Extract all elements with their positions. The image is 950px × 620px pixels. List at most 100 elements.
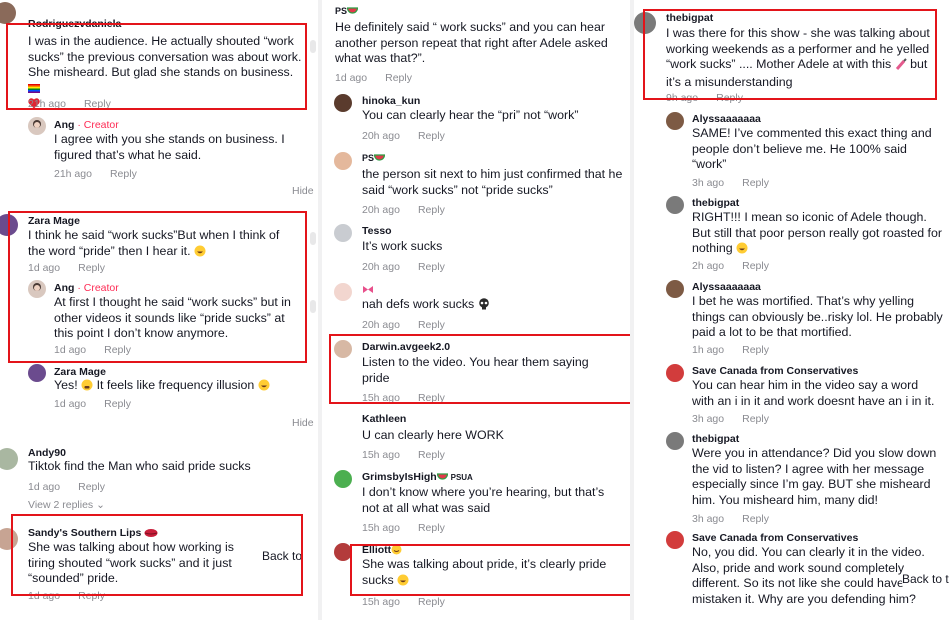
avatar[interactable]: [666, 112, 684, 130]
comment-username[interactable]: thebigpat: [692, 433, 739, 445]
comment-username[interactable]: Save Canada from Conservatives: [692, 532, 858, 544]
comment-username[interactable]: Zara Mage: [54, 366, 106, 378]
watermelon-icon: [436, 473, 448, 485]
avatar[interactable]: [666, 196, 684, 214]
back-to-top-button[interactable]: Back to t: [902, 572, 949, 586]
comment-text: RIGHT!!! I mean so iconic of Adele thoug…: [692, 210, 946, 259]
comment-reply: Save Canada from Conservatives You can h…: [666, 364, 950, 430]
avatar[interactable]: [334, 224, 352, 242]
comment-meta: 20h ago Reply: [362, 319, 445, 331]
reply-button[interactable]: Reply: [418, 261, 445, 273]
comment-text: Tiktok find the Man who said pride sucks: [28, 459, 251, 473]
comment-username[interactable]: Alyssaaaaaaa: [692, 281, 761, 293]
comment-text: Yes! It feels like frequency illusion: [54, 378, 304, 396]
comment-text: Were you in attendance? Did you slow dow…: [692, 446, 937, 507]
reply-button[interactable]: Reply: [385, 72, 412, 84]
avatar[interactable]: [28, 117, 46, 135]
comment-item: PS He definitely said “ work sucks” and …: [322, 6, 632, 86]
comment-meta: 1d ago Reply: [54, 398, 131, 410]
comment-username[interactable]: Kathleen: [362, 413, 406, 425]
reply-button[interactable]: Reply: [418, 130, 445, 142]
avatar[interactable]: [334, 283, 352, 301]
highlight-box: [643, 9, 937, 100]
comments-panel-right: thebigpat I was there for this show - sh…: [634, 0, 950, 620]
reply-button[interactable]: Reply: [742, 413, 769, 425]
highlight-box: [329, 334, 632, 404]
comment-meta: 3h ago Reply: [692, 177, 769, 189]
grinning-sweat-icon: [736, 242, 748, 259]
avatar[interactable]: [666, 280, 684, 298]
hide-replies-button[interactable]: Hide: [292, 417, 314, 429]
hide-replies-button[interactable]: Hide: [292, 185, 314, 197]
comment-reply: Zara Mage Yes! It feels like frequency i…: [28, 364, 318, 414]
avatar[interactable]: [666, 364, 684, 382]
comment-username[interactable]: PS: [362, 153, 386, 165]
comment-username[interactable]: thebigpat: [692, 197, 739, 209]
reply-button[interactable]: Reply: [742, 177, 769, 189]
reply-button[interactable]: Reply: [418, 449, 445, 461]
comment-text: I agree with you she stands on business.…: [54, 132, 285, 162]
comment-meta: 21h ago Reply: [54, 168, 137, 180]
reply-button[interactable]: Reply: [104, 398, 131, 410]
like-icon[interactable]: [310, 40, 316, 53]
comment-username[interactable]: Ang · Creator: [54, 119, 119, 131]
reply-button[interactable]: Reply: [418, 596, 445, 608]
avatar[interactable]: [0, 2, 16, 24]
avatar[interactable]: [0, 448, 18, 470]
comment-meta: 20h ago Reply: [362, 204, 445, 216]
ribbon-icon: [362, 285, 374, 297]
like-icon[interactable]: [310, 300, 316, 313]
comment-username[interactable]: [362, 283, 374, 297]
avatar[interactable]: [666, 531, 684, 549]
reply-button[interactable]: Reply: [742, 344, 769, 356]
comment-username[interactable]: Save Canada from Conservatives: [692, 365, 858, 377]
comment-username[interactable]: Andy90: [28, 447, 66, 459]
reply-button[interactable]: Reply: [742, 513, 769, 525]
comment-reply: thebigpat Were you in attendance? Did yo…: [666, 432, 950, 528]
watermelon-icon: [346, 7, 359, 18]
comment-text: You can hear him in the video say a word…: [692, 378, 935, 408]
avatar[interactable]: [334, 94, 352, 112]
comment-meta: 1h ago Reply: [692, 344, 769, 356]
comment-text: the person sit next to him just confirme…: [362, 167, 623, 197]
avatar[interactable]: [666, 432, 684, 450]
comment-meta: 15h ago Reply: [362, 596, 445, 608]
comment-meta: 20h ago Reply: [362, 261, 445, 273]
avatar[interactable]: [28, 364, 46, 382]
comments-panel-left: Rodriguezvdaniela I was in the audience.…: [0, 0, 318, 620]
watermelon-icon: [373, 154, 386, 165]
comment-username[interactable]: Tesso: [362, 225, 392, 237]
comment-text: I don’t know where you’re hearing, but t…: [362, 485, 605, 515]
comment-text: You can clearly hear the “pri” not “work…: [362, 108, 579, 122]
comment-text: I bet he was mortified. That’s why yelli…: [692, 294, 943, 339]
comment-reply: Alyssaaaaaaa SAME! I’ve commented this e…: [666, 112, 950, 192]
comment-text: U can clearly here WORK: [362, 428, 504, 442]
comment-text: He definitely said “ work sucks” and you…: [335, 20, 608, 65]
comment-item: Andy90 Tiktok find the Man who said prid…: [0, 444, 318, 514]
highlight-box: [8, 211, 307, 363]
reply-button[interactable]: Reply: [78, 481, 105, 493]
avatar[interactable]: [334, 470, 352, 488]
comment-username[interactable]: Alyssaaaaaaa: [692, 113, 761, 125]
comment-meta: 3h ago Reply: [692, 513, 769, 525]
reply-button[interactable]: Reply: [110, 168, 137, 180]
avatar[interactable]: [334, 152, 352, 170]
reply-button[interactable]: Reply: [418, 204, 445, 216]
comment-meta: 3h ago Reply: [692, 413, 769, 425]
comment-text: It’s work sucks: [362, 239, 443, 253]
comment-reply: Ang · Creator I agree with you she stand…: [28, 117, 318, 187]
creator-badge: · Creator: [77, 119, 119, 131]
highlight-box: [6, 23, 307, 110]
reply-button[interactable]: Reply: [418, 319, 445, 331]
comment-username[interactable]: PS: [335, 6, 359, 18]
comment-meta: 1d ago Reply: [335, 72, 412, 84]
like-icon[interactable]: [310, 232, 316, 245]
comment-reply: GrimsbyIsHigh PSUA I don’t know where yo…: [334, 470, 632, 536]
comment-reply: nah defs work sucks 20h ago Reply: [334, 283, 632, 335]
reply-button[interactable]: Reply: [418, 522, 445, 534]
comment-username[interactable]: GrimsbyIsHigh PSUA: [362, 471, 473, 485]
view-replies-button[interactable]: View 2 replies ⌄: [28, 499, 105, 511]
highlight-box: [11, 514, 303, 596]
comment-username[interactable]: hinoka_kun: [362, 95, 420, 107]
reply-button[interactable]: Reply: [742, 260, 769, 272]
